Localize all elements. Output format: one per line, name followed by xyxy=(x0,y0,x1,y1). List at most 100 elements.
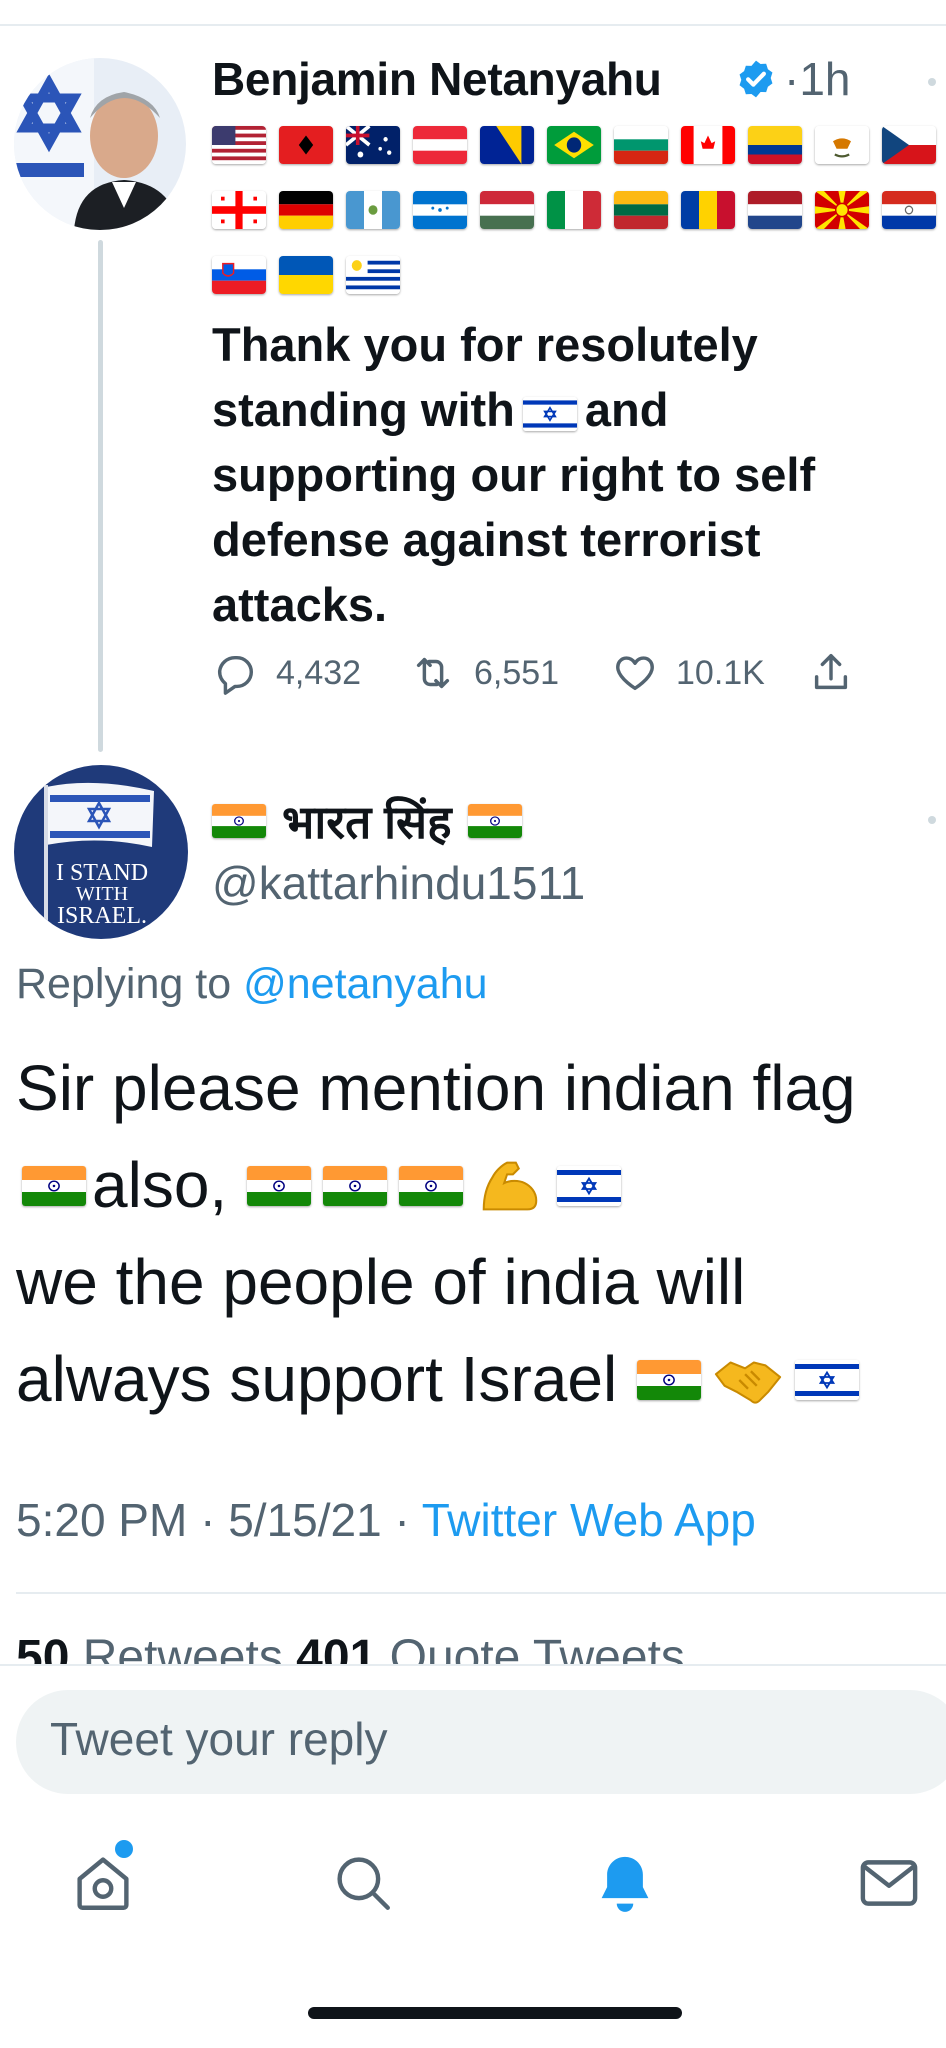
divider xyxy=(16,1592,946,1594)
israel-flag-icon xyxy=(795,1359,860,1400)
india-flag-icon xyxy=(399,1165,464,1206)
reply-author-handle[interactable]: @kattarhindu1511 xyxy=(212,856,585,910)
like-button[interactable]: 10.1K xyxy=(612,650,765,696)
flag-ba-icon xyxy=(480,126,534,164)
tweet-text-line: standing with xyxy=(212,383,515,436)
share-icon xyxy=(814,654,848,690)
share-button[interactable] xyxy=(808,650,854,696)
flag-ge-icon xyxy=(212,191,266,229)
replying-to-link[interactable]: @netanyahu xyxy=(243,960,488,1008)
tweet-text-line: defense against terrorist xyxy=(212,513,761,566)
flag-cz-icon xyxy=(882,126,936,164)
home-tab[interactable] xyxy=(70,1850,136,1916)
thread-line xyxy=(98,240,103,752)
home-icon xyxy=(77,1857,129,1910)
flag-co-icon xyxy=(748,126,802,164)
flag-md-icon xyxy=(681,191,735,229)
search-tab[interactable] xyxy=(330,1850,396,1916)
flag-hn-icon xyxy=(413,191,467,229)
replying-to-label: Replying to xyxy=(16,960,232,1008)
heart-icon xyxy=(616,656,654,691)
more-options-icon[interactable] xyxy=(928,816,936,824)
flag-it-icon xyxy=(547,191,601,229)
flag-bg-icon xyxy=(614,126,668,164)
netanyahu-avatar[interactable] xyxy=(14,58,186,230)
replying-to: Replying to @netanyahu xyxy=(16,960,488,1009)
engagement-counts[interactable]: 50 Retweets 401 Quote Tweets xyxy=(16,1628,685,1664)
flag-cy-icon xyxy=(815,126,869,164)
tweet-date: 5/15/21 xyxy=(228,1494,382,1546)
flag-ua-icon xyxy=(279,256,333,294)
divider xyxy=(0,1664,946,1666)
reply-author-avatar[interactable]: I STAND WITH ISRAEL. xyxy=(14,765,188,939)
svg-text:WITH: WITH xyxy=(76,883,128,905)
retweet-count: 6,551 xyxy=(474,653,560,692)
author-name[interactable]: Benjamin Netanyahu xyxy=(212,52,662,106)
israel-flag-icon xyxy=(522,396,577,431)
flag-mk-icon xyxy=(815,191,869,229)
tweet-time[interactable]: ·1h xyxy=(784,52,851,106)
india-flag-icon xyxy=(323,1165,388,1206)
display-name-text: भारत सिंह xyxy=(282,796,452,848)
new-content-indicator xyxy=(115,1840,133,1858)
flag-de-icon xyxy=(279,191,333,229)
reply-icon xyxy=(217,655,253,695)
flag-emoji-list xyxy=(212,126,944,321)
handshake-icon xyxy=(713,1345,783,1415)
flag-hu-icon xyxy=(480,191,534,229)
quote-tweets-label: Quote Tweets xyxy=(389,1631,685,1664)
svg-text:ISRAEL.: ISRAEL. xyxy=(57,903,147,929)
flag-lt-icon xyxy=(614,191,668,229)
tweet-actions: 4,432 6,551 10.1K xyxy=(212,650,932,710)
tweet-source-link[interactable]: Twitter Web App xyxy=(422,1494,756,1546)
reply-body: Sir please mention indian flag also, we … xyxy=(16,1040,936,1428)
flag-at-icon xyxy=(413,126,467,164)
flag-al-icon xyxy=(279,126,333,164)
retweets-label: Retweets xyxy=(82,1631,283,1664)
more-options-icon[interactable] xyxy=(928,78,936,86)
reply-button[interactable]: 4,432 xyxy=(212,650,361,696)
home-indicator xyxy=(308,2007,682,2019)
flag-us-icon xyxy=(212,126,266,164)
notifications-icon xyxy=(601,1856,649,1912)
india-flag-icon xyxy=(212,804,266,838)
notifications-tab[interactable] xyxy=(592,1850,658,1916)
flag-uy-icon xyxy=(346,256,400,294)
retweet-total: 50 xyxy=(16,1631,70,1664)
tweet-text-line: Thank you for resolutely xyxy=(212,318,758,371)
flag-si-icon xyxy=(212,256,266,294)
flag-br-icon xyxy=(547,126,601,164)
tweet-text-line: supporting our right to self xyxy=(212,448,816,501)
flag-ca-icon xyxy=(681,126,735,164)
reply-count: 4,432 xyxy=(276,653,362,692)
india-flag-icon xyxy=(467,804,522,838)
flag-nl-icon xyxy=(748,191,802,229)
reply-body-line: Sir please mention indian flag xyxy=(16,1052,856,1124)
tweet-text: Thank you for resolutely standing with an… xyxy=(212,312,932,637)
flag-py-icon xyxy=(882,191,936,229)
tweet-metadata: 5:20 PM · 5/15/21 · Twitter Web App xyxy=(16,1494,756,1546)
reply-body-line: always support Israel xyxy=(16,1343,618,1415)
flag-gt-icon xyxy=(346,191,400,229)
reply-body-line: also, xyxy=(92,1149,228,1221)
verified-badge-icon xyxy=(735,58,777,100)
like-count: 10.1K xyxy=(676,653,765,692)
retweet-button[interactable]: 6,551 xyxy=(410,650,559,696)
search-icon xyxy=(337,1857,390,1910)
reply-body-line: we the people of india will xyxy=(16,1246,746,1318)
top-divider xyxy=(0,24,946,26)
reply-input-placeholder[interactable]: Tweet your reply xyxy=(50,1712,387,1766)
messages-tab[interactable] xyxy=(856,1850,922,1916)
tweet-time-full: 5:20 PM xyxy=(16,1494,188,1546)
israel-flag-icon xyxy=(557,1165,622,1206)
india-flag-icon xyxy=(637,1359,702,1400)
messages-icon xyxy=(860,1860,918,1906)
retweet-icon xyxy=(416,657,450,689)
india-flag-icon xyxy=(247,1165,312,1206)
quote-total: 401 xyxy=(296,1631,377,1664)
reply-author-name[interactable]: भारत सिंह xyxy=(212,790,522,852)
flag-au-icon xyxy=(346,126,400,164)
flexed-biceps-icon xyxy=(475,1151,545,1221)
tweet-text-line: and xyxy=(584,383,669,436)
india-flag-icon xyxy=(22,1165,86,1206)
